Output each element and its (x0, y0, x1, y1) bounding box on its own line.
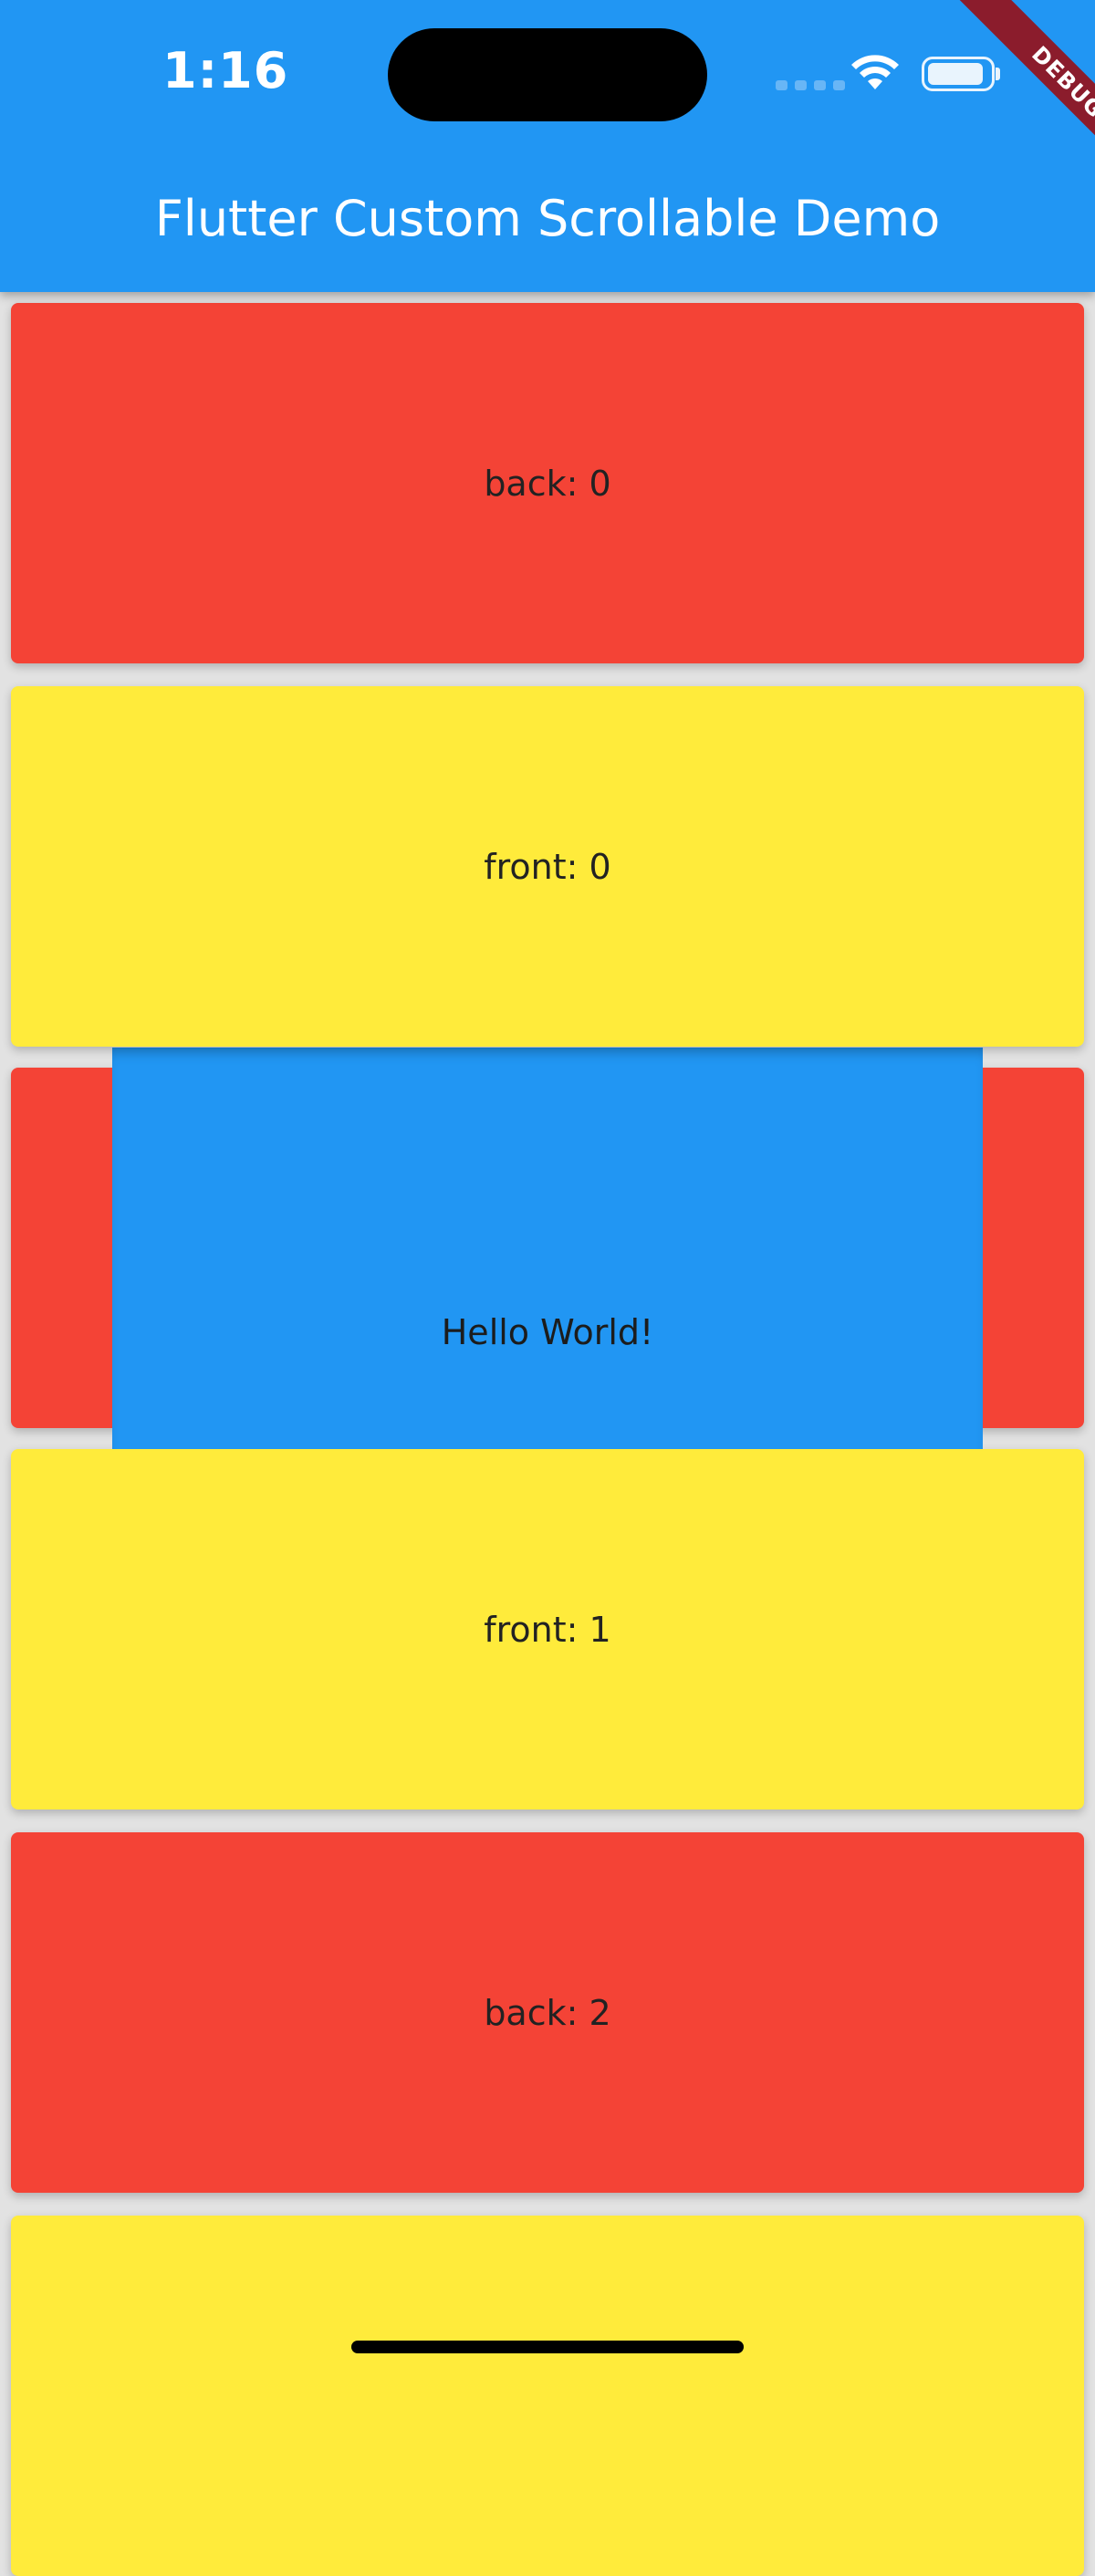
card-label: back: 2 (484, 1992, 611, 2033)
list-item-front-2[interactable] (11, 2216, 1084, 2576)
list-item-back-2[interactable]: back: 2 (11, 1832, 1084, 2193)
wifi-icon (851, 55, 899, 89)
list-item-back-0[interactable]: back: 0 (11, 303, 1084, 663)
hello-world-overlay[interactable]: Hello World! (112, 1048, 983, 1449)
page-title: Flutter Custom Scrollable Demo (154, 190, 941, 247)
card-label: front: 0 (484, 846, 611, 887)
overlay-label: Hello World! (441, 1312, 654, 1352)
cellular-signal-icon (776, 80, 845, 90)
debug-banner: DEBUG (912, 0, 1095, 183)
list-item-front-1[interactable]: front: 1 (11, 1449, 1084, 1809)
card-label: front: 1 (484, 1609, 611, 1650)
debug-banner-label: DEBUG (957, 0, 1095, 183)
home-indicator[interactable] (351, 2341, 744, 2353)
list-item-front-0[interactable]: front: 0 (11, 686, 1084, 1047)
card-label: back: 0 (484, 463, 611, 504)
dynamic-island (388, 28, 707, 121)
status-time: 1:16 (162, 42, 289, 99)
